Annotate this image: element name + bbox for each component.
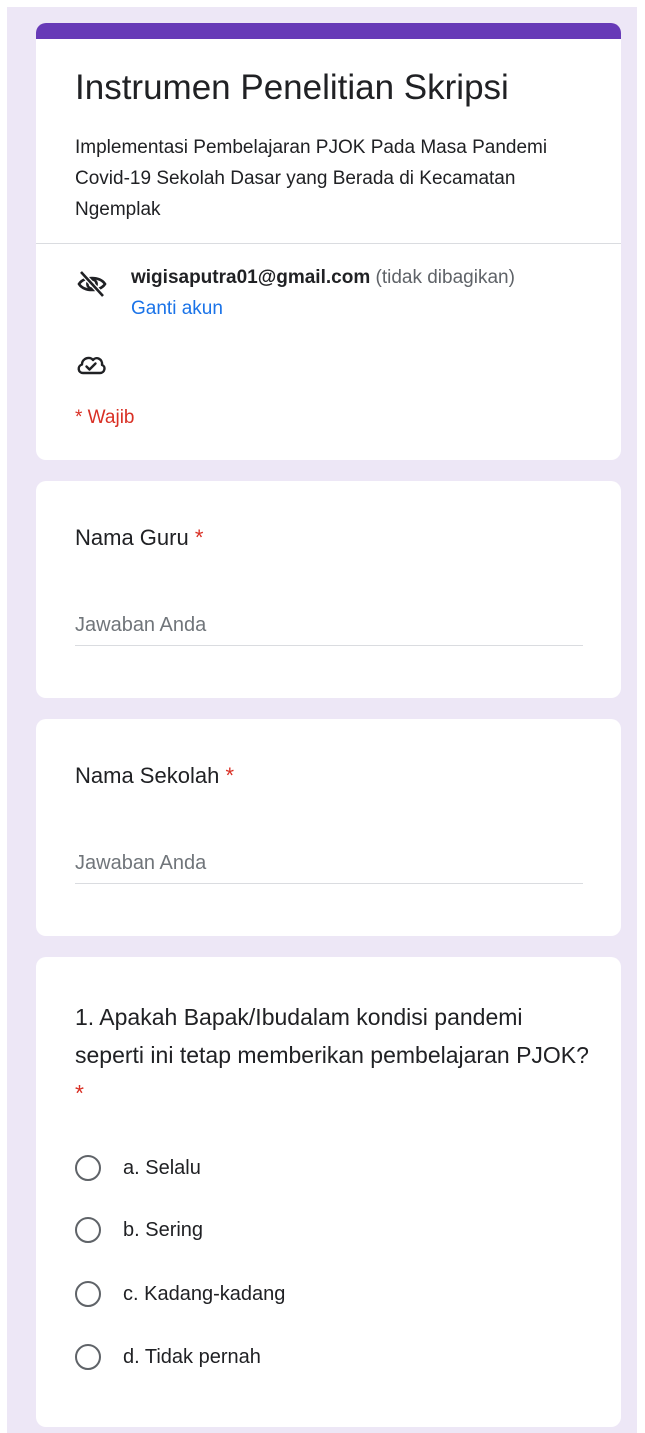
question-title: 1. Apakah Bapak/Ibudalam kondisi pandemi… xyxy=(75,998,595,1112)
switch-account-link[interactable]: Ganti akun xyxy=(131,298,223,320)
form-title: Instrumen Penelitian Skripsi xyxy=(75,68,509,107)
form-description: Implementasi Pembelajaran PJOK Pada Masa… xyxy=(75,137,548,220)
option-label: c. Kadang-kadang xyxy=(123,1282,286,1305)
radio-unchecked-icon[interactable] xyxy=(75,1344,101,1370)
nama-guru-input[interactable] xyxy=(75,606,583,646)
question-title: Nama Guru * xyxy=(75,525,203,551)
question-label: Nama Sekolah xyxy=(75,763,220,788)
question-card-nama-sekolah: Nama Sekolah * xyxy=(36,719,621,936)
nama-sekolah-input[interactable] xyxy=(75,844,583,884)
question-title: Nama Sekolah * xyxy=(75,763,234,789)
radio-unchecked-icon[interactable] xyxy=(75,1155,101,1181)
option-label: a. Selalu xyxy=(123,1156,201,1179)
eye-off-icon xyxy=(77,270,107,298)
cloud-done-icon xyxy=(77,356,106,375)
header-divider xyxy=(36,243,621,244)
required-star: * xyxy=(225,763,234,788)
required-star: * xyxy=(75,1080,84,1106)
question-card-1: 1. Apakah Bapak/Ibudalam kondisi pandemi… xyxy=(36,957,621,1427)
radio-option-c[interactable]: c. Kadang-kadang xyxy=(75,1277,285,1311)
account-email: wigisaputra01@gmail.com xyxy=(131,267,371,288)
radio-option-b[interactable]: b. Sering xyxy=(75,1213,203,1247)
option-label: d. Tidak pernah xyxy=(123,1345,261,1368)
account-note: (tidak dibagikan) xyxy=(375,267,515,288)
radio-unchecked-icon[interactable] xyxy=(75,1281,101,1307)
required-star: * xyxy=(194,525,204,550)
option-label: b. Sering xyxy=(123,1218,204,1241)
required-note: * Wajib xyxy=(75,407,135,428)
form-accent-bar xyxy=(36,23,621,39)
question-label: 1. Apakah Bapak/Ibudalam kondisi pandemi… xyxy=(75,1004,589,1068)
radio-option-d[interactable]: d. Tidak pernah xyxy=(75,1340,261,1374)
radio-unchecked-icon[interactable] xyxy=(75,1217,101,1243)
question-label: Nama Guru xyxy=(75,525,189,550)
question-card-nama-guru: Nama Guru * xyxy=(36,481,621,698)
form-header-card: Instrumen Penelitian Skripsi Implementas… xyxy=(36,23,621,460)
radio-option-a[interactable]: a. Selalu xyxy=(75,1151,201,1185)
account-info: wigisaputra01@gmail.com (tidak dibagikan… xyxy=(131,267,515,289)
